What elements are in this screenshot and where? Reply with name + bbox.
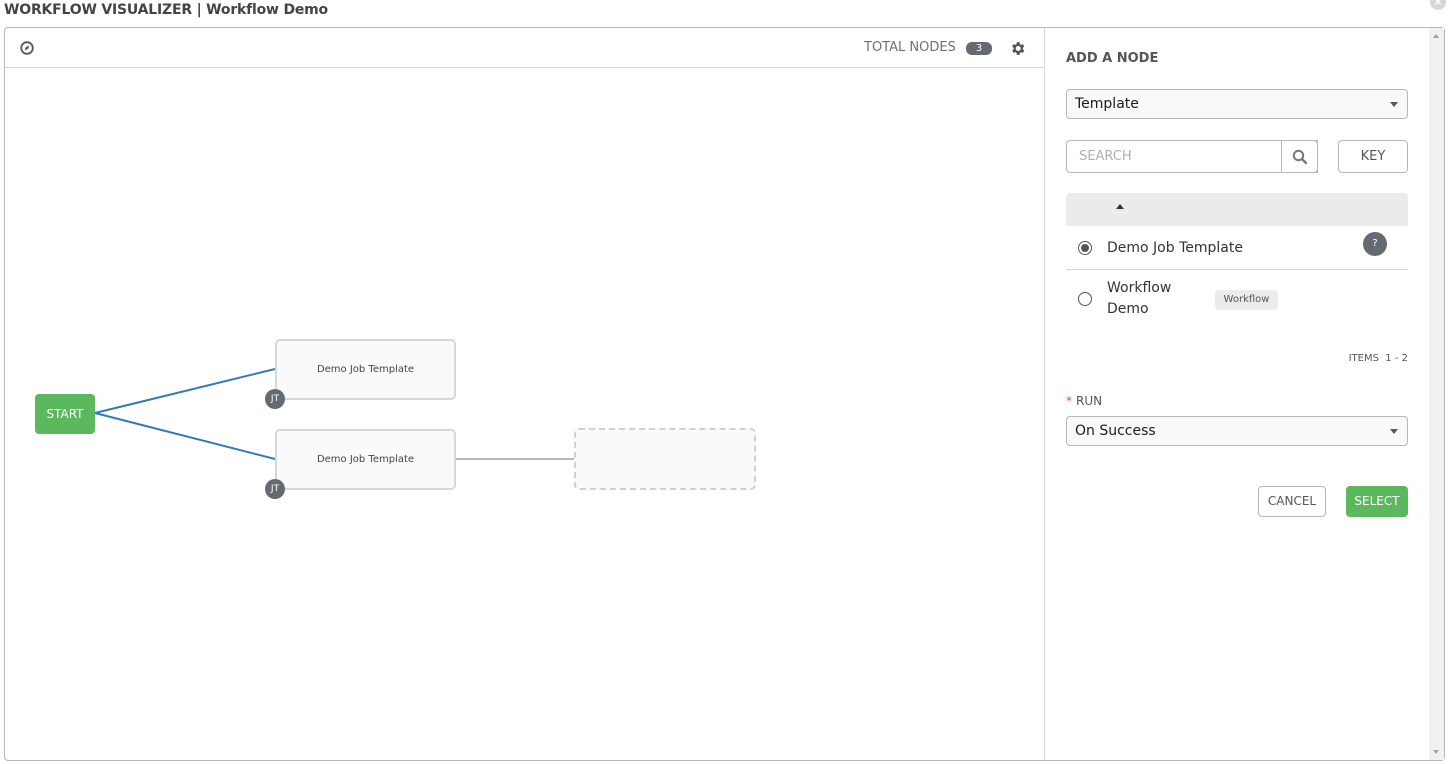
edge-start-to-node-2 [94, 412, 276, 460]
panel-title: ADD A NODE [1066, 51, 1159, 66]
list-item[interactable]: Workflow Demo Workflow [1066, 271, 1408, 323]
list-item[interactable]: Demo Job Template ? [1066, 226, 1408, 270]
scroll-down-icon[interactable] [1433, 750, 1439, 754]
run-label-text: RUN [1076, 394, 1103, 408]
panel-scrollbar[interactable] [1429, 28, 1444, 760]
workflow-tag: Workflow [1215, 290, 1278, 310]
page-title: WORKFLOW VISUALIZER | Workflow Demo [4, 2, 328, 18]
job-template-badge: JT [265, 479, 285, 499]
run-select[interactable]: On Success [1066, 416, 1408, 446]
node-type-value: Template [1075, 96, 1139, 112]
search-button[interactable] [1281, 140, 1318, 173]
key-button[interactable]: KEY [1338, 140, 1408, 173]
search-icon [1292, 149, 1308, 165]
radio-unselected[interactable] [1078, 292, 1092, 306]
run-value: On Success [1075, 423, 1156, 439]
placeholder-node[interactable] [574, 428, 756, 490]
workflow-node[interactable]: Demo Job Template [275, 429, 456, 490]
graph-edges [94, 368, 574, 460]
node-type-select[interactable]: Template [1066, 89, 1408, 119]
list-item-label: Demo Job Template [1107, 240, 1243, 256]
cancel-button[interactable]: CANCEL [1258, 486, 1326, 517]
add-node-panel: ADD A NODE Template SEARCH KEY Demo Job … [1046, 28, 1426, 760]
help-icon[interactable]: ? [1363, 232, 1387, 256]
job-template-badge: JT [265, 389, 285, 409]
total-nodes-label: TOTAL NODES [864, 40, 956, 55]
start-node[interactable]: START [35, 394, 95, 434]
required-marker: * [1066, 394, 1072, 408]
close-icon[interactable]: × [1430, 0, 1446, 10]
chevron-down-icon [1390, 102, 1398, 107]
run-label: * RUN [1066, 394, 1102, 408]
total-nodes-badge: 3 [966, 42, 992, 55]
gear-icon[interactable] [1009, 40, 1026, 57]
list-header[interactable] [1066, 193, 1408, 226]
scroll-up-icon[interactable] [1433, 34, 1439, 38]
items-count: ITEMS 1 - 2 [1348, 353, 1408, 364]
compass-icon[interactable] [20, 41, 34, 55]
chevron-down-icon [1390, 429, 1398, 434]
edge-start-to-node-1 [94, 368, 276, 414]
sort-up-icon[interactable] [1116, 204, 1124, 209]
canvas-toolbar: TOTAL NODES 3 [5, 28, 1045, 68]
list-item-label: Workflow Demo [1107, 280, 1172, 317]
radio-selected[interactable] [1078, 241, 1092, 255]
workflow-node[interactable]: Demo Job Template [275, 339, 456, 400]
select-button[interactable]: SELECT [1346, 486, 1408, 517]
workflow-canvas[interactable]: TOTAL NODES 3 START Demo Job Template JT… [5, 28, 1045, 760]
